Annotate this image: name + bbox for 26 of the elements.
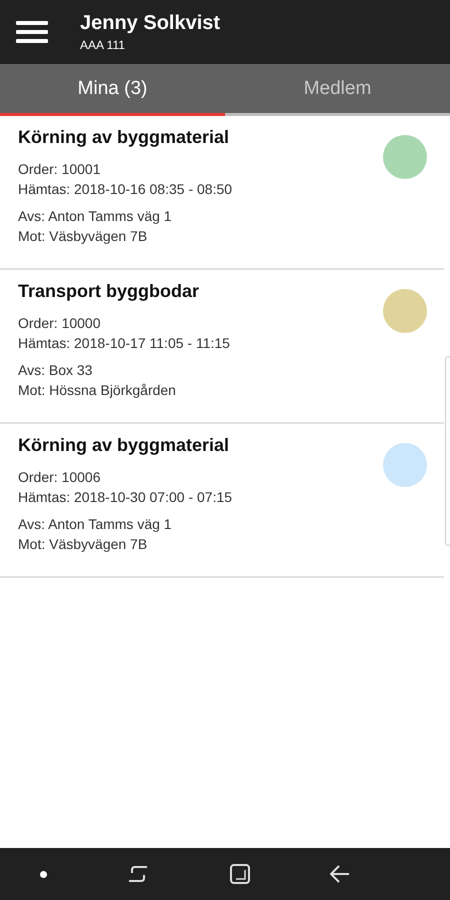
- dot-icon[interactable]: [40, 870, 48, 878]
- recipient-address: Mot: Väsbyvägen 7B: [18, 535, 148, 554]
- home-icon[interactable]: [230, 864, 250, 884]
- sender-address: Avs: Anton Tamms väg 1: [18, 207, 173, 226]
- edge-handle[interactable]: [445, 356, 450, 546]
- order-card[interactable]: Körning av byggmaterial Order: 10006 Hämtas: 2018-10-30 07:00 - 07:15 Avs: Anton Tamms väg 1 Mot: Väsbyvägen 7B: [0, 424, 444, 578]
- pickup-time: Hämtas: 2018-10-30 07:00 - 07:15: [18, 488, 232, 507]
- back-icon[interactable]: [330, 865, 350, 883]
- order-number: Order: 10006: [18, 468, 102, 487]
- order-title: Körning av byggmaterial: [18, 127, 230, 148]
- pickup-time: Hämtas: 2018-10-17 11:05 - 11:15: [18, 334, 230, 353]
- menu-icon[interactable]: [16, 21, 48, 43]
- order-title: Körning av byggmaterial: [18, 435, 230, 456]
- sender-address: Avs: Anton Tamms väg 1: [18, 515, 173, 534]
- order-card[interactable]: Körning av byggmaterial Order: 10001 Hämtas: 2018-10-16 08:35 - 08:50 Avs: Anton Tamms väg 1 Mot: Väsbyvägen 7B: [0, 116, 444, 270]
- user-name: Jenny Solkvist: [80, 12, 220, 35]
- recipient-address: Mot: Hössna Björkgården: [18, 381, 177, 400]
- order-number: Order: 10001: [18, 160, 102, 179]
- order-number: Order: 10000: [18, 314, 102, 333]
- sender-address: Avs: Box 33: [18, 361, 94, 380]
- recents-icon[interactable]: [127, 864, 150, 884]
- pickup-time: Hämtas: 2018-10-16 08:35 - 08:50: [18, 180, 232, 199]
- order-title: Transport byggbodar: [18, 281, 200, 302]
- order-card[interactable]: Transport byggbodar Order: 10000 Hämtas: 2018-10-17 11:05 - 11:15 Avs: Box 33 Mot: Hössna Björkgården: [0, 270, 444, 424]
- vehicle-plate: AAA 111: [80, 38, 126, 52]
- recipient-address: Mot: Väsbyvägen 7B: [18, 227, 148, 246]
